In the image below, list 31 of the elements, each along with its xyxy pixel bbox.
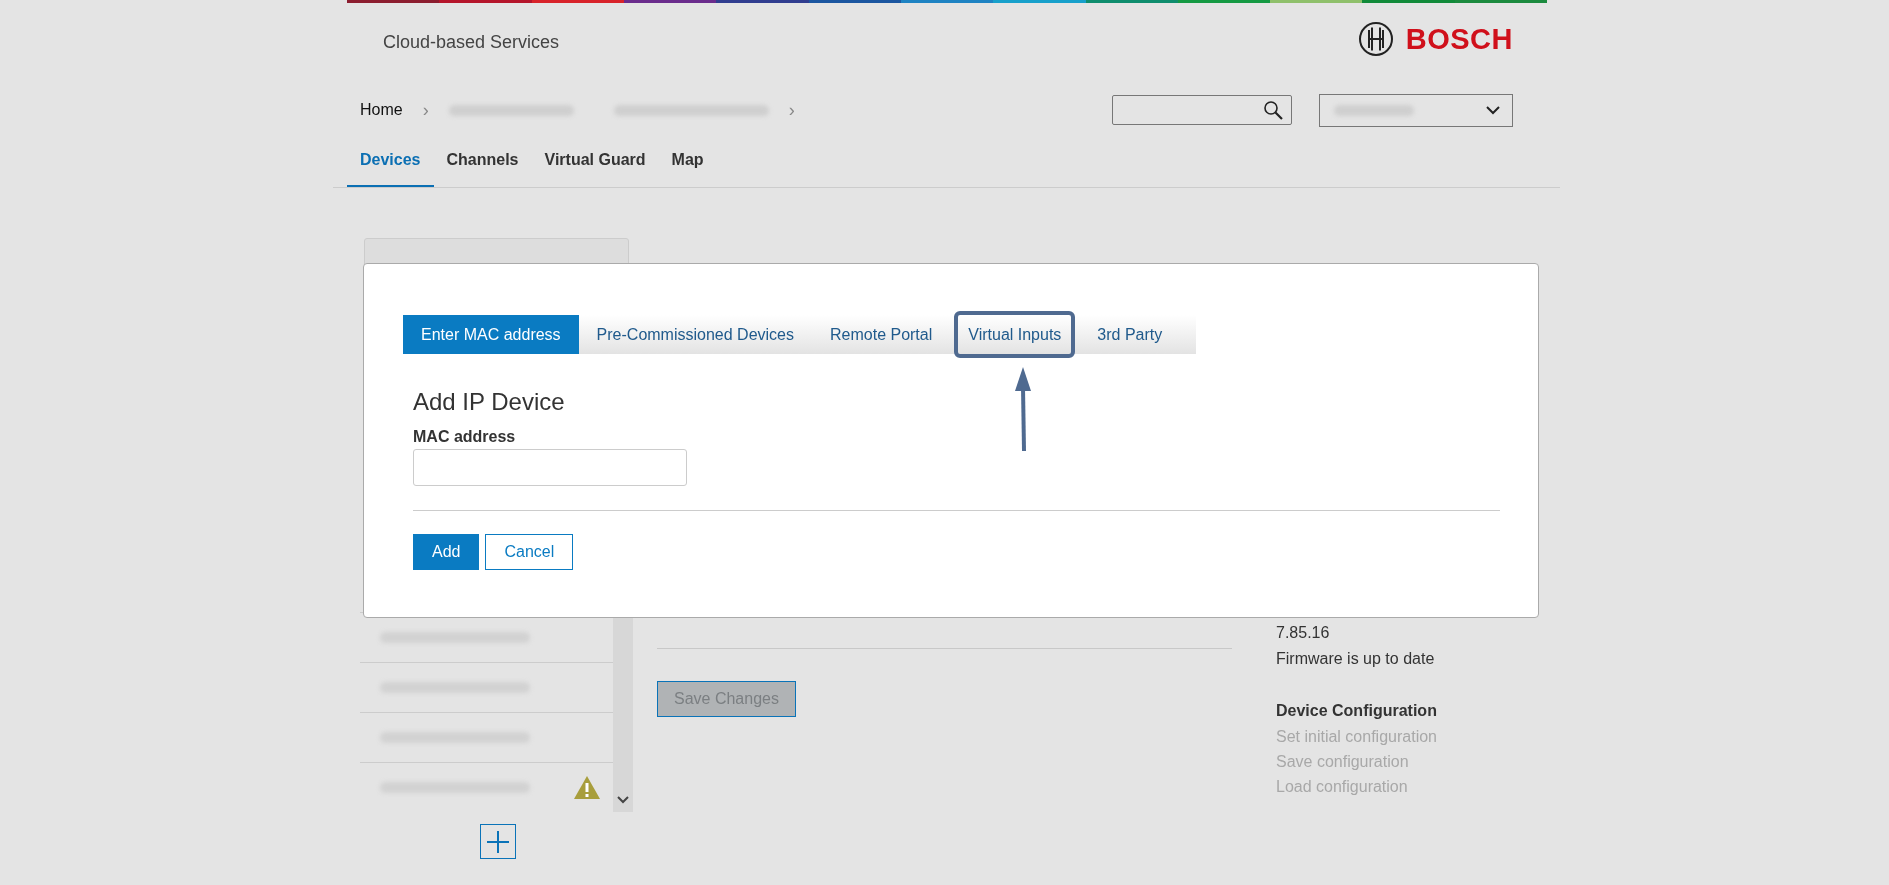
nav-tab[interactable]: Channels <box>433 137 532 187</box>
firmware-status: Firmware is up to date <box>1276 649 1436 669</box>
field-label: MAC address <box>413 428 517 446</box>
add-button[interactable] <box>480 824 516 859</box>
search-icon <box>1263 100 1283 120</box>
nav-tab[interactable]: Virtual Guard <box>531 137 659 187</box>
section-title: Device Configuration <box>1276 701 1437 721</box>
dialog-tab[interactable]: 3rd Party <box>1079 315 1181 354</box>
dialog-tab[interactable]: Pre-Commissioned Devices <box>578 315 812 354</box>
breadcrumb-separator: › <box>422 99 429 121</box>
search-field[interactable] <box>1112 95 1292 125</box>
account-dropdown[interactable] <box>1319 93 1513 127</box>
firmware-version: 7.85.16 <box>1276 623 1331 643</box>
breadcrumb-link[interactable]: Home <box>360 101 403 119</box>
add-button[interactable]: Add <box>413 534 480 570</box>
dialog-tab[interactable]: Virtual Inputs <box>954 311 1076 358</box>
app-title: Cloud-based Services <box>383 31 560 53</box>
warning-icon <box>573 775 601 800</box>
breadcrumb-separator: › <box>788 99 795 121</box>
plus-icon <box>487 830 509 853</box>
nav-tab[interactable]: Devices <box>347 137 434 187</box>
dialog-title: Add IP Device <box>413 388 566 416</box>
cancel-button[interactable]: Cancel <box>485 534 574 570</box>
dialog-tab[interactable]: Remote Portal <box>812 315 951 354</box>
chevron-down-icon <box>617 796 629 804</box>
nav-tab[interactable]: Map <box>658 137 717 187</box>
chevron-down-icon <box>1486 105 1500 115</box>
brand-name: BOSCH <box>1405 22 1513 56</box>
input-field[interactable] <box>413 449 687 486</box>
dialog-tab[interactable]: Enter MAC address <box>403 315 579 354</box>
logo-icon <box>1357 21 1394 57</box>
